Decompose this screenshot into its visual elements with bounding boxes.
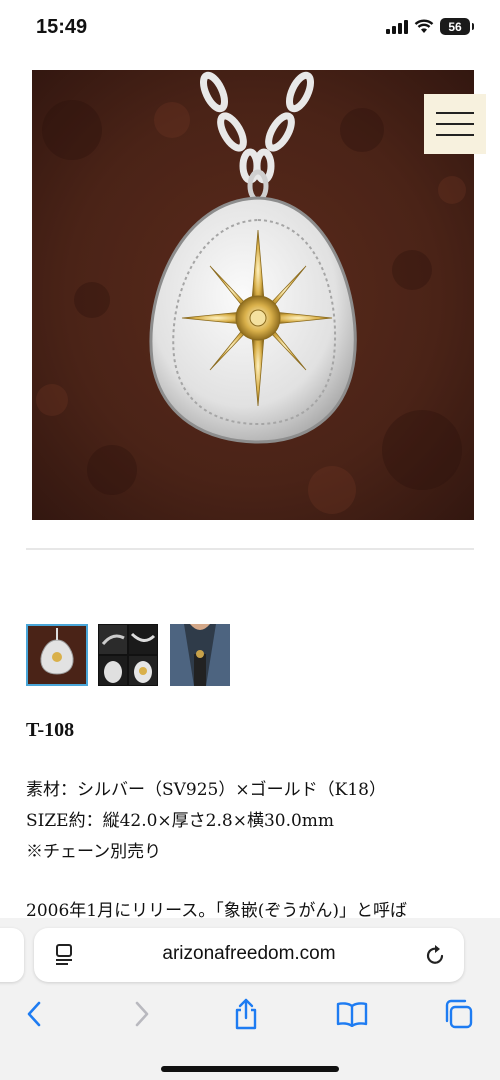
chevron-right-icon[interactable] — [122, 996, 162, 1032]
home-indicator — [161, 1066, 339, 1072]
product-main-image[interactable] — [32, 70, 474, 520]
book-icon[interactable] — [332, 996, 372, 1032]
wifi-icon — [414, 19, 434, 33]
battery-indicator: 56 — [440, 18, 474, 35]
thumbnail-3[interactable] — [170, 624, 232, 686]
divider — [26, 548, 474, 550]
share-icon[interactable] — [226, 996, 266, 1032]
tabs-icon[interactable] — [438, 996, 478, 1032]
hamburger-menu-icon[interactable] — [424, 94, 486, 154]
status-bar: 15:49 56 — [0, 0, 500, 60]
size-text: SIZE約：縦42.0×厚さ2.8×横30.0mm — [26, 811, 335, 831]
thumbnail-1[interactable] — [26, 624, 88, 686]
clock: 15:49 — [36, 16, 88, 38]
chevron-left-icon[interactable] — [14, 996, 54, 1032]
address-bar[interactable]: arizonafreedom.com — [34, 928, 464, 982]
reload-icon[interactable] — [424, 942, 448, 968]
thumbnail-gallery — [26, 624, 232, 686]
status-icons: 56 — [386, 18, 474, 35]
cellular-signal-icon — [386, 19, 408, 34]
product-specs: 素材：シルバー（SV925）×ゴールド（K18） SIZE約：縦42.0×厚さ2… — [26, 775, 386, 868]
chain-note-text: ※チェーン別売り — [26, 842, 162, 862]
product-sku: T-108 — [26, 719, 75, 741]
thumbnail-2[interactable] — [98, 624, 160, 686]
previous-tab-preview[interactable] — [0, 928, 24, 982]
browser-toolbar — [0, 996, 500, 1032]
url-text[interactable]: arizonafreedom.com — [34, 943, 464, 965]
material-text: 素材：シルバー（SV925）×ゴールド（K18） — [26, 780, 386, 800]
